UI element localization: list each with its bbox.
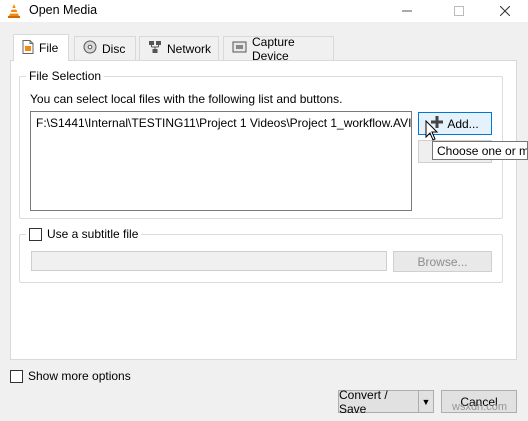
subtitle-checkbox-row[interactable]: Use a subtitle file <box>26 227 142 241</box>
close-icon <box>500 6 510 16</box>
file-icon <box>22 39 34 57</box>
show-more-options-row[interactable]: Show more options <box>10 369 131 383</box>
file-list[interactable]: F:\S1441\Internal\TESTING11\Project 1 Vi… <box>30 111 412 211</box>
file-selection-description: You can select local files with the foll… <box>30 92 343 106</box>
capture-device-icon <box>232 40 247 57</box>
tab-capture-device-label: Capture Device <box>252 34 295 63</box>
file-selection-legend: File Selection <box>26 69 105 83</box>
dropdown-arrow-icon[interactable]: ▼ <box>419 391 433 412</box>
vlc-cone-icon <box>6 3 22 19</box>
tab-file-label: File <box>39 41 59 55</box>
mouse-cursor-icon <box>425 119 439 142</box>
minimize-button[interactable] <box>384 0 430 22</box>
tab-file[interactable]: File <box>13 34 69 61</box>
tab-network[interactable]: Network <box>139 36 219 60</box>
convert-save-split-button[interactable]: Convert / Save ▼ <box>338 388 434 416</box>
tab-disc[interactable]: Disc <box>74 36 136 60</box>
close-button[interactable] <box>482 0 528 22</box>
maximize-button[interactable] <box>436 0 482 22</box>
convert-save-button[interactable]: Convert / Save <box>339 388 419 416</box>
list-item[interactable]: F:\S1441\Internal\TESTING11\Project 1 Vi… <box>36 116 412 130</box>
window-title: Open Media <box>29 3 98 17</box>
disc-icon <box>83 40 97 57</box>
subtitle-checkbox-label: Use a subtitle file <box>47 227 139 241</box>
network-icon <box>148 40 162 57</box>
show-more-options-checkbox[interactable] <box>10 369 23 383</box>
tab-network-label: Network <box>167 41 212 56</box>
tooltip: Choose one or m <box>432 141 528 160</box>
subtitle-path-input <box>31 251 387 271</box>
maximize-icon <box>454 6 464 16</box>
tab-disc-label: Disc <box>102 41 126 56</box>
show-more-options-label: Show more options <box>28 369 131 383</box>
tab-capture-device[interactable]: Capture Device <box>223 34 334 63</box>
minimize-icon <box>402 10 412 12</box>
browse-button: Browse... <box>393 251 492 272</box>
watermark: wsxdn.com <box>452 401 508 413</box>
subtitle-checkbox[interactable] <box>29 227 42 241</box>
add-button-label: Add... <box>447 116 479 131</box>
